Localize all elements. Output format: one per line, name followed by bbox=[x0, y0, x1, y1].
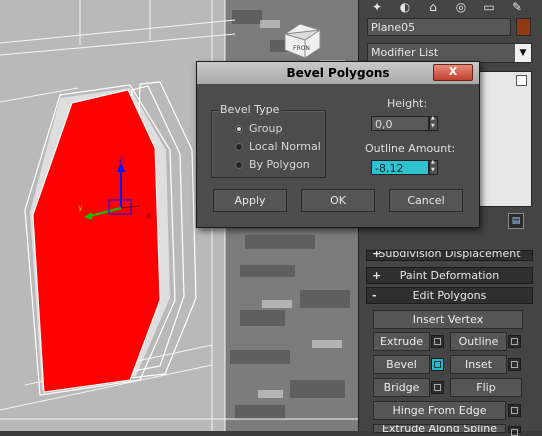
bevel-polygons-dialog: Bevel Polygons X Bevel Type Group Local … bbox=[196, 61, 480, 228]
chevron-down-icon[interactable]: ▼ bbox=[515, 44, 531, 62]
outline-button[interactable]: Outline bbox=[450, 332, 507, 351]
display-icon[interactable]: ▭ bbox=[478, 0, 500, 14]
create-icon[interactable]: ✦ bbox=[366, 0, 388, 14]
bevel-type-label: Bevel Type bbox=[218, 103, 282, 116]
extrude-along-spline-button[interactable]: Extrude Along Spline bbox=[373, 424, 506, 433]
modifier-list-dropdown[interactable]: Modifier List ▼ bbox=[367, 43, 532, 63]
extrude-button[interactable]: Extrude bbox=[373, 332, 430, 351]
bridge-settings-icon[interactable] bbox=[431, 381, 444, 394]
rollout-label: Paint Deformation bbox=[399, 269, 500, 282]
radio-local-normal[interactable] bbox=[235, 143, 243, 151]
radio-group[interactable] bbox=[235, 125, 243, 133]
hinge-settings-icon[interactable] bbox=[508, 404, 521, 417]
radio-by-polygon-label[interactable]: By Polygon bbox=[249, 158, 310, 171]
outline-amount-field[interactable]: -8,12 bbox=[371, 160, 429, 175]
modifier-stack[interactable] bbox=[478, 71, 532, 207]
cancel-button[interactable]: Cancel bbox=[389, 189, 463, 212]
hinge-from-edge-button[interactable]: Hinge From Edge bbox=[373, 401, 506, 420]
ok-button[interactable]: OK bbox=[301, 189, 375, 212]
radio-local-normal-label[interactable]: Local Normal bbox=[249, 140, 321, 153]
rollout-paint-deformation[interactable]: + Paint Deformation bbox=[366, 267, 533, 284]
outline-settings-icon[interactable] bbox=[508, 335, 521, 348]
close-button[interactable]: X bbox=[433, 64, 473, 81]
rollout-sign: - bbox=[372, 289, 377, 302]
rollout-sign: + bbox=[372, 269, 382, 282]
extrude-settings-icon[interactable] bbox=[431, 335, 444, 348]
outline-amount-spinner[interactable] bbox=[429, 159, 438, 175]
axis-x-label: x bbox=[146, 211, 151, 220]
axis-z-label: z bbox=[119, 155, 123, 164]
rollout-label: Edit Polygons bbox=[412, 289, 487, 302]
outline-amount-label: Outline Amount: bbox=[365, 142, 456, 155]
extrude-spline-settings-icon[interactable] bbox=[508, 426, 521, 436]
rollout-label: Subdivision Displacement bbox=[378, 250, 521, 260]
bevel-settings-icon[interactable] bbox=[431, 358, 444, 371]
motion-icon[interactable]: ◎ bbox=[450, 0, 472, 14]
rollout-edit-polygons[interactable]: - Edit Polygons bbox=[366, 287, 533, 304]
radio-by-polygon[interactable] bbox=[235, 161, 243, 169]
object-color-swatch[interactable] bbox=[516, 18, 531, 36]
configure-icon[interactable]: ▤ bbox=[508, 213, 524, 229]
radio-group-label[interactable]: Group bbox=[249, 122, 283, 135]
height-field[interactable]: 0,0 bbox=[371, 116, 429, 131]
bevel-button[interactable]: Bevel bbox=[373, 355, 430, 374]
inset-settings-icon[interactable] bbox=[508, 358, 521, 371]
height-label: Height: bbox=[387, 97, 428, 110]
rollout-sign: + bbox=[372, 250, 382, 260]
rollout-subdivision-displacement[interactable]: + Subdivision Displacement bbox=[366, 250, 533, 261]
hierarchy-icon[interactable]: ⌂ bbox=[422, 0, 444, 14]
height-spinner[interactable] bbox=[429, 115, 438, 131]
utilities-icon[interactable]: ✎ bbox=[506, 0, 528, 14]
apply-button[interactable]: Apply bbox=[213, 189, 287, 212]
axis-y-label: y bbox=[78, 203, 83, 212]
view-cube-label: FRON bbox=[293, 45, 310, 52]
insert-vertex-button[interactable]: Insert Vertex bbox=[373, 310, 523, 329]
modify-icon[interactable]: ◐ bbox=[394, 0, 416, 14]
stack-checkbox[interactable] bbox=[516, 75, 527, 86]
modifier-list-label: Modifier List bbox=[371, 46, 439, 59]
bridge-button[interactable]: Bridge bbox=[373, 378, 430, 397]
object-name-field[interactable]: Plane05 bbox=[367, 18, 511, 36]
inset-button[interactable]: Inset bbox=[450, 355, 507, 374]
flip-button[interactable]: Flip bbox=[450, 378, 522, 397]
